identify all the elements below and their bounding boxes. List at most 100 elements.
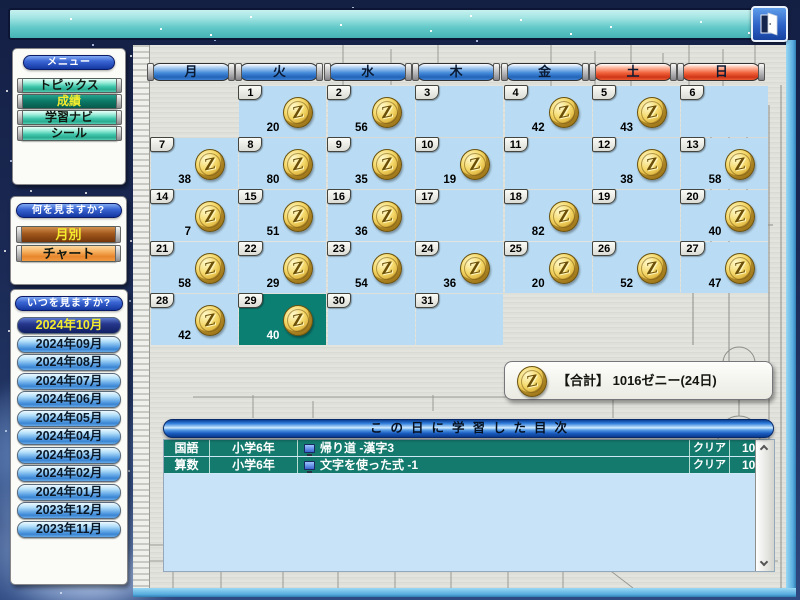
calendar-day-cell[interactable]: 3 [416, 86, 503, 137]
status-cell: クリア [690, 457, 730, 473]
zeny-amount: 47 [683, 278, 721, 290]
month-item[interactable]: 2024年01月 [17, 484, 121, 501]
monitor-icon [304, 444, 315, 453]
month-item[interactable]: 2024年04月 [17, 428, 121, 445]
window-frame-right [786, 40, 796, 596]
calendar-day-cell[interactable]: 1Z20 [239, 86, 326, 137]
calendar-day-cell[interactable]: 21Z58 [151, 242, 238, 293]
coin-letter: Z [283, 152, 314, 175]
day-number-tab: 26 [592, 241, 616, 256]
coin-letter: Z [371, 152, 402, 175]
starfield-decoration [0, 0, 2, 2]
calendar-day-cell[interactable]: 20Z40 [681, 190, 768, 241]
view-mode-item[interactable]: 月別 [20, 226, 117, 243]
calendar-day-cell[interactable]: 23Z54 [328, 242, 415, 293]
zeny-amount: 20 [507, 278, 545, 290]
table-scrollbar[interactable] [755, 440, 774, 571]
exit-button[interactable] [751, 6, 788, 42]
day-number-tab: 14 [150, 189, 174, 204]
coin-letter: Z [371, 204, 402, 227]
zeny-coin-icon: Z [195, 305, 225, 336]
month-item[interactable]: 2024年06月 [17, 391, 121, 408]
scroll-up-arrow[interactable] [756, 440, 774, 456]
calendar-day-cell[interactable]: 22Z29 [239, 242, 326, 293]
calendar-day-cell[interactable]: 29Z40 [239, 294, 326, 345]
zeny-coin-icon: Z [460, 253, 490, 284]
coin-letter: Z [460, 152, 491, 175]
menu-item[interactable]: 成績 [21, 94, 118, 109]
window-frame-bottom [133, 588, 796, 597]
calendar-day-cell[interactable]: 14Z7 [151, 190, 238, 241]
zeny-coin-icon: Z [195, 253, 225, 284]
zeny-coin-icon: Z [283, 149, 313, 180]
view-panel-title: 何を見ますか? [16, 203, 122, 218]
day-number-tab: 1 [238, 85, 262, 100]
calendar-day-cell[interactable]: 6 [681, 86, 768, 137]
zeny-amount: 40 [683, 226, 721, 238]
month-item[interactable]: 2024年05月 [17, 410, 121, 427]
calendar-day-cell[interactable]: 11 [505, 138, 592, 189]
study-table-row[interactable]: 算数小学6年文字を使った式 -1クリア100 [164, 457, 774, 474]
menu-item[interactable]: 学習ナビ [21, 110, 118, 125]
month-item[interactable]: 2024年08月 [17, 354, 121, 371]
coin-letter: Z [460, 256, 491, 279]
calendar-day-cell[interactable]: 2Z56 [328, 86, 415, 137]
scroll-down-arrow[interactable] [756, 555, 774, 571]
zeny-coin-icon: Z [549, 201, 579, 232]
menu-item[interactable]: トピックス [21, 78, 118, 93]
calendar-day-cell[interactable]: 26Z52 [593, 242, 680, 293]
calendar-day-cell[interactable]: 18Z82 [505, 190, 592, 241]
calendar-day-cell[interactable]: 28Z42 [151, 294, 238, 345]
month-item[interactable]: 2024年07月 [17, 373, 121, 390]
study-table-row[interactable]: 国語小学6年帰り道 -漢字3クリア100 [164, 440, 774, 457]
zeny-coin-icon: Z [372, 97, 402, 128]
day-number-tab: 10 [415, 137, 439, 152]
view-mode-items: 月別チャート [11, 226, 126, 262]
weekday-pill: 木 [416, 63, 496, 81]
zeny-amount: 29 [241, 278, 279, 290]
month-item[interactable]: 2023年11月 [17, 521, 121, 538]
calendar-day-cell[interactable]: 24Z36 [416, 242, 503, 293]
month-item[interactable]: 2024年02月 [17, 465, 121, 482]
open-door-exit-icon [759, 12, 781, 36]
day-number-tab: 15 [238, 189, 262, 204]
zeny-amount: 54 [330, 278, 368, 290]
view-mode-item[interactable]: チャート [20, 245, 117, 262]
month-item[interactable]: 2023年12月 [17, 502, 121, 519]
calendar-day-cell[interactable]: 5Z43 [593, 86, 680, 137]
calendar-day-cell[interactable]: 31 [416, 294, 503, 345]
calendar-day-cell[interactable]: 8Z80 [239, 138, 326, 189]
calendar-day-cell[interactable]: 13Z58 [681, 138, 768, 189]
calendar-day-cell[interactable]: 27Z47 [681, 242, 768, 293]
lesson-title: 帰り道 -漢字3 [320, 440, 394, 456]
calendar-day-cell[interactable]: 25Z20 [505, 242, 592, 293]
month-item[interactable]: 2024年10月 [17, 317, 121, 334]
day-number-tab: 21 [150, 241, 174, 256]
calendar-day-cell[interactable]: 19 [593, 190, 680, 241]
calendar-day-cell[interactable]: 17 [416, 190, 503, 241]
lesson-cell: 帰り道 -漢字3 [298, 440, 690, 456]
calendar-day-cell[interactable]: 7Z38 [151, 138, 238, 189]
title-bar [8, 8, 780, 40]
day-number-tab: 19 [592, 189, 616, 204]
calendar-day-cell[interactable]: 16Z36 [328, 190, 415, 241]
calendar-day-cell[interactable]: 9Z35 [328, 138, 415, 189]
calendar-day-cell[interactable]: 30 [328, 294, 415, 345]
study-table-title-bar: この日に学習した目次 [163, 419, 774, 438]
coin-letter: Z [636, 256, 667, 279]
coin-letter: Z [194, 204, 225, 227]
calendar-day-cell[interactable]: 4Z42 [505, 86, 592, 137]
coin-letter: Z [725, 152, 756, 175]
month-item[interactable]: 2024年09月 [17, 336, 121, 353]
calendar-day-cell[interactable]: 10Z19 [416, 138, 503, 189]
menu-item[interactable]: シール [21, 126, 118, 141]
zeny-amount: 38 [595, 174, 633, 186]
month-item[interactable]: 2024年03月 [17, 447, 121, 464]
calendar-day-cell[interactable]: 15Z51 [239, 190, 326, 241]
zeny-coin-icon: Z [725, 253, 755, 284]
calendar-day-cell[interactable]: 12Z38 [593, 138, 680, 189]
day-number-tab: 17 [415, 189, 439, 204]
coin-letter: Z [548, 256, 579, 279]
day-number-tab: 7 [150, 137, 174, 152]
coin-letter: Z [636, 152, 667, 175]
